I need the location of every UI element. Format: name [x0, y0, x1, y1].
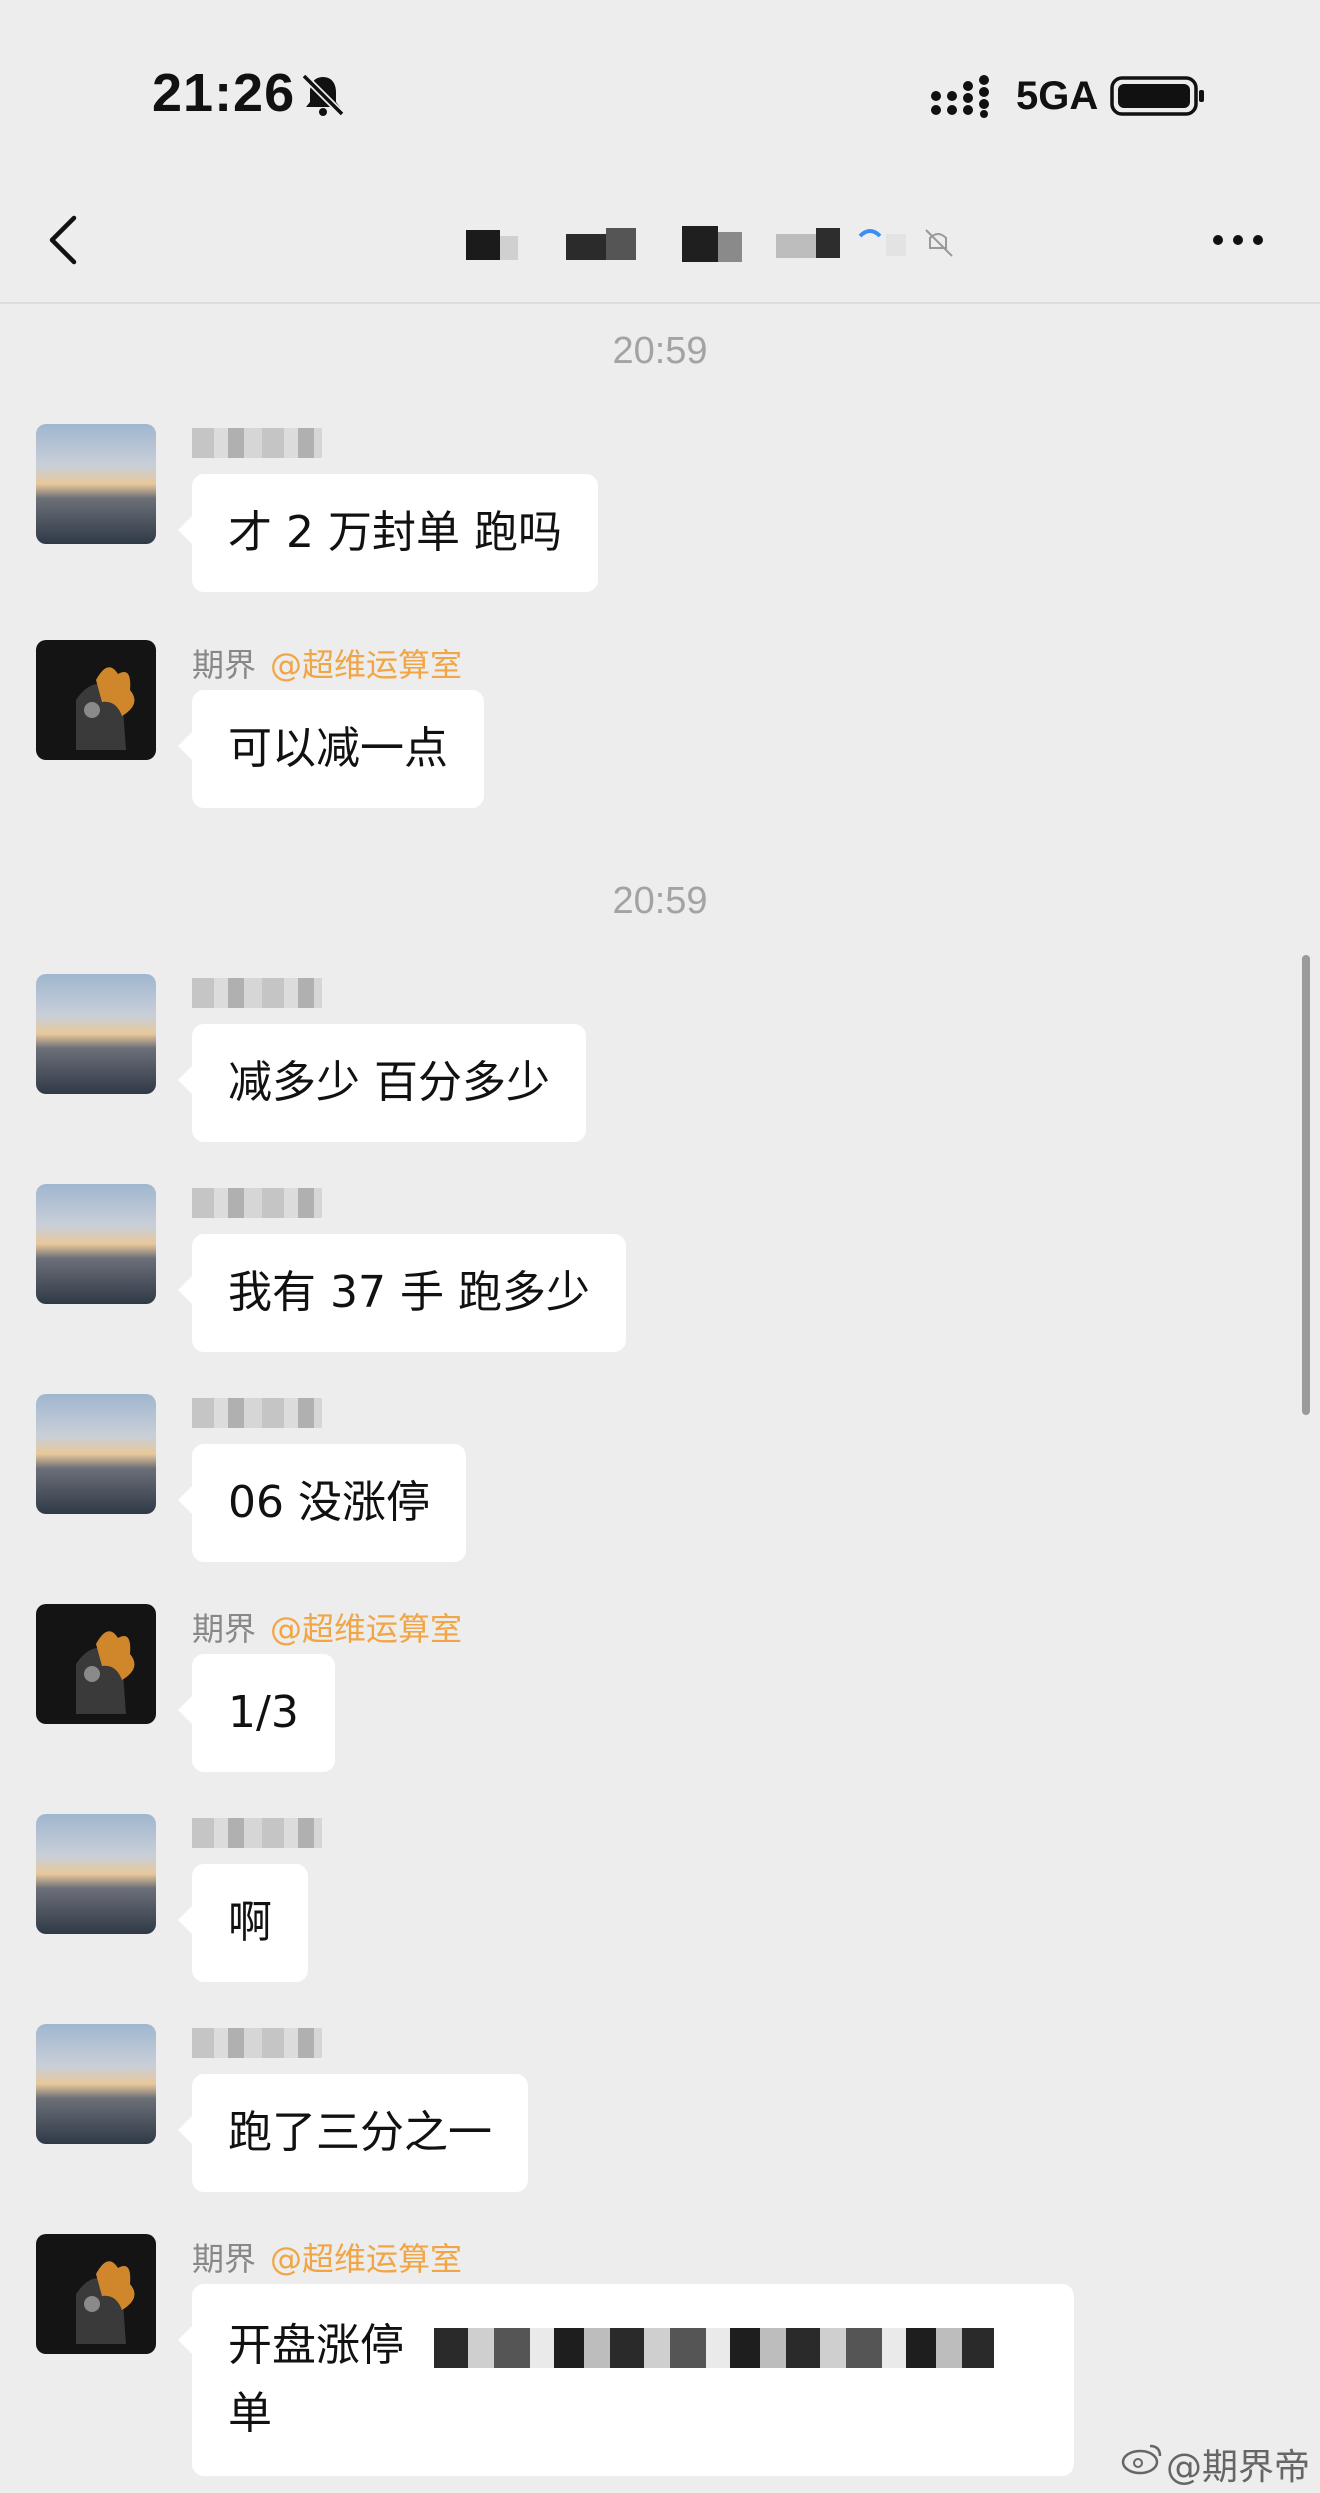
- watermark-text: @期界帝: [1166, 2447, 1311, 2488]
- mention-tag[interactable]: @超维运算室: [270, 2240, 462, 2278]
- weibo-icon: [1121, 2444, 1162, 2475]
- avatar[interactable]: [36, 424, 156, 544]
- message-bubble[interactable]: 1/3: [178, 1654, 335, 1772]
- message-timestamp: 20:59: [612, 330, 708, 372]
- message-bubble[interactable]: 跑了三分之一: [178, 2074, 528, 2192]
- avatar-image-icon: [76, 2261, 135, 2344]
- message-timestamp: 20:59: [612, 880, 708, 922]
- chat-header: [0, 190, 1320, 304]
- sender-name: 期界: [192, 2240, 257, 2278]
- avatar[interactable]: [36, 640, 156, 760]
- avatar-image-icon: [76, 1631, 135, 1714]
- sender-name-redacted: [192, 1394, 322, 1434]
- avatar[interactable]: [36, 2234, 156, 2354]
- message-bubble[interactable]: 06 没涨停: [178, 1444, 466, 1562]
- sender-name-redacted: [192, 2024, 322, 2064]
- avatar[interactable]: [36, 2024, 156, 2144]
- sender-name-redacted: [192, 1814, 322, 1854]
- message-text: 开盘涨停: [228, 2320, 404, 2371]
- mention-tag[interactable]: @超维运算室: [270, 646, 462, 684]
- message-bubble[interactable]: 啊: [178, 1864, 308, 1982]
- sender-name: 期界: [192, 646, 257, 684]
- chat-title-redacted: [466, 226, 953, 262]
- sender-line: 期界 @超维运算室: [192, 1604, 462, 1648]
- avatar[interactable]: [36, 1394, 156, 1514]
- sender-line: 期界 @超维运算室: [192, 640, 462, 684]
- status-bar: 21:26 5GA: [0, 0, 1320, 190]
- sender-name-redacted: [192, 974, 322, 1014]
- bell-slash-icon: [301, 73, 345, 117]
- avatar[interactable]: [36, 1604, 156, 1724]
- message-bubble[interactable]: 开盘涨停 单: [178, 2284, 1074, 2476]
- message-bubble[interactable]: 才 2 万封单 跑吗: [178, 474, 598, 592]
- ellipsis-icon[interactable]: [1210, 230, 1266, 250]
- message-text-tail: 单: [228, 2388, 272, 2439]
- chevron-left-icon[interactable]: [44, 210, 84, 270]
- signal-bars-icon: [931, 75, 989, 118]
- mention-tag[interactable]: @超维运算室: [270, 1610, 462, 1648]
- avatar[interactable]: [36, 1184, 156, 1304]
- message-list[interactable]: 20:59 才 2 万封单 跑吗 期界 @超维运算室 可以减一点 20:59 减多…: [0, 304, 1320, 2493]
- avatar[interactable]: [36, 1814, 156, 1934]
- message-bubble[interactable]: 可以减一点: [178, 690, 484, 808]
- sender-name-redacted: [192, 1184, 322, 1224]
- redacted-text: [434, 2328, 994, 2368]
- message-bubble[interactable]: 我有 37 手 跑多少: [178, 1234, 626, 1352]
- scrollbar[interactable]: [1302, 955, 1310, 1415]
- avatar[interactable]: [36, 974, 156, 1094]
- network-type: 5GA: [1016, 74, 1099, 118]
- sender-name: 期界: [192, 1610, 257, 1648]
- message-bubble[interactable]: 减多少 百分多少: [178, 1024, 586, 1142]
- battery-icon: [1110, 76, 1204, 116]
- sender-line: 期界 @超维运算室: [192, 2234, 462, 2278]
- avatar-image-icon: [76, 667, 135, 750]
- sender-name-redacted: [192, 424, 322, 464]
- status-time: 21:26: [152, 63, 296, 123]
